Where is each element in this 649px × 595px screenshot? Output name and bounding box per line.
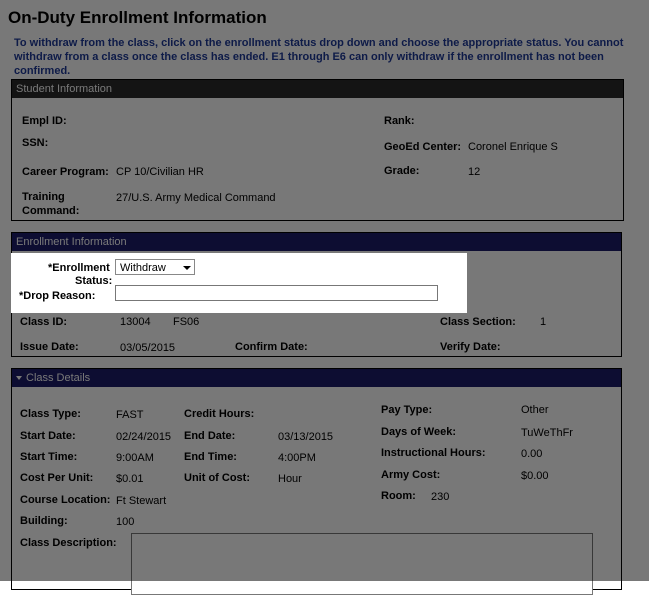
pay-type-label: Pay Type: bbox=[381, 404, 433, 416]
drop-reason-input[interactable] bbox=[115, 285, 438, 301]
enrollment-status-select[interactable]: Withdraw bbox=[115, 259, 195, 275]
ssn-label: SSN: bbox=[22, 137, 49, 149]
training-command-label-2: Command: bbox=[22, 205, 80, 217]
cost-per-unit-label: Cost Per Unit: bbox=[20, 472, 94, 484]
enrollment-status-label: *Enrollment bbox=[48, 262, 110, 274]
class-type-label: Class Type: bbox=[20, 408, 81, 420]
training-command-label: Training bbox=[22, 191, 65, 203]
instructions-text: To withdraw from the class, click on the… bbox=[14, 37, 624, 77]
class-id-label: Class ID: bbox=[20, 316, 68, 328]
instructional-hours-value: 0.00 bbox=[521, 448, 543, 460]
start-time-label: Start Time: bbox=[20, 451, 78, 463]
end-time-label: End Time: bbox=[184, 451, 237, 463]
cost-per-unit-value: $0.01 bbox=[116, 473, 144, 485]
end-date-label: End Date: bbox=[184, 430, 236, 442]
days-of-week-value: TuWeThFr bbox=[521, 427, 573, 439]
class-description-textarea[interactable] bbox=[131, 533, 593, 595]
class-details-title: Class Details bbox=[26, 372, 91, 384]
class-section-value: 1 bbox=[540, 316, 547, 328]
geoed-label: GeoEd Center: bbox=[384, 141, 462, 153]
enrollment-info-header: Enrollment Information bbox=[12, 233, 621, 251]
career-program-value: CP 10/Civilian HR bbox=[116, 166, 204, 178]
collapse-triangle-icon[interactable] bbox=[16, 375, 22, 380]
room-value: 230 bbox=[431, 491, 450, 503]
course-location-value: Ft Stewart bbox=[116, 495, 167, 507]
start-time-value: 9:00AM bbox=[116, 452, 154, 464]
class-details-header[interactable]: Class Details bbox=[12, 369, 621, 387]
class-type-value: FAST bbox=[116, 409, 144, 421]
page-title: On-Duty Enrollment Information bbox=[8, 8, 267, 27]
class-description-label: Class Description: bbox=[20, 537, 117, 549]
end-date-value: 03/13/2015 bbox=[278, 431, 334, 443]
unit-of-cost-value: Hour bbox=[278, 473, 302, 485]
instructional-hours-label: Instructional Hours: bbox=[381, 447, 486, 459]
career-program-label: Career Program: bbox=[22, 166, 109, 178]
class-id-code: FS06 bbox=[173, 316, 200, 328]
room-label: Room: bbox=[381, 490, 416, 502]
start-date-value: 02/24/2015 bbox=[116, 431, 172, 443]
army-cost-value: $0.00 bbox=[521, 470, 549, 482]
rank-label: Rank: bbox=[384, 115, 415, 127]
drop-reason-label: *Drop Reason: bbox=[19, 290, 96, 302]
enrollment-status-highlight: *Enrollment Status: Withdraw *Drop Reaso… bbox=[11, 253, 467, 313]
army-cost-label: Army Cost: bbox=[381, 469, 441, 481]
course-location-label: Course Location: bbox=[20, 494, 111, 506]
geoed-value: Coronel Enrique S bbox=[468, 141, 558, 153]
confirm-date-label: Confirm Date: bbox=[235, 341, 308, 353]
grade-value: 12 bbox=[468, 166, 481, 178]
pay-type-value: Other bbox=[521, 404, 549, 416]
student-info-section: Student Information Empl ID: Rank: SSN: … bbox=[11, 79, 624, 221]
issue-date-label: Issue Date: bbox=[20, 341, 79, 353]
class-details-section: Class Details Class Type: FAST Credit Ho… bbox=[11, 368, 622, 595]
issue-date-value: 03/05/2015 bbox=[120, 342, 176, 354]
enrollment-status-value: Withdraw bbox=[120, 262, 166, 274]
empl-id-label: Empl ID: bbox=[22, 115, 67, 127]
credit-hours-label: Credit Hours: bbox=[184, 408, 255, 420]
building-value: 100 bbox=[116, 516, 135, 528]
class-section-label: Class Section: bbox=[440, 316, 516, 328]
chevron-down-icon[interactable] bbox=[183, 266, 191, 270]
verify-date-label: Verify Date: bbox=[440, 341, 501, 353]
unit-of-cost-label: Unit of Cost: bbox=[184, 472, 250, 484]
class-id-value: 13004 bbox=[120, 316, 151, 328]
end-time-value: 4:00PM bbox=[278, 452, 316, 464]
days-of-week-label: Days of Week: bbox=[381, 426, 456, 438]
training-command-value: 27/U.S. Army Medical Command bbox=[116, 192, 276, 204]
student-info-header: Student Information bbox=[12, 80, 623, 98]
grade-label: Grade: bbox=[384, 165, 420, 177]
enrollment-status-label-2: Status: bbox=[75, 275, 113, 287]
building-label: Building: bbox=[20, 515, 68, 527]
start-date-label: Start Date: bbox=[20, 430, 76, 442]
